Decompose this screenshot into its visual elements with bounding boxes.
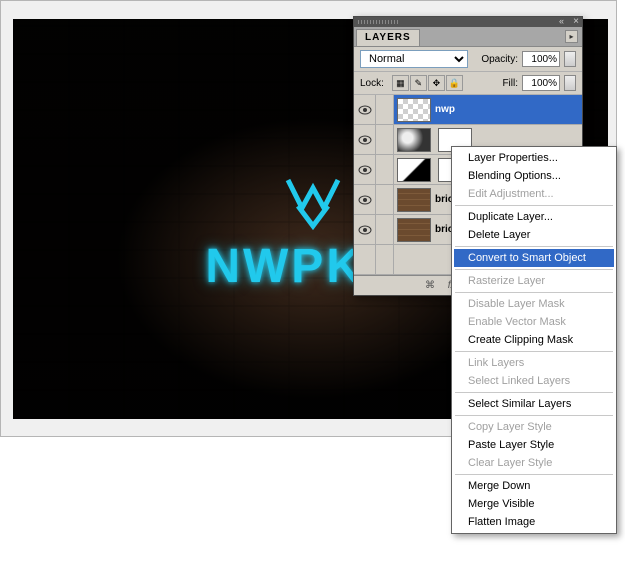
panel-tabbar: LAYERS bbox=[354, 27, 582, 47]
context-menu-item[interactable]: Blending Options... bbox=[454, 167, 614, 185]
opacity-label: Opacity: bbox=[481, 54, 518, 65]
lock-label: Lock: bbox=[360, 78, 384, 89]
context-menu-item[interactable]: Flatten Image bbox=[454, 513, 614, 531]
adjustment-layer-icon[interactable] bbox=[397, 158, 431, 182]
visibility-toggle[interactable] bbox=[354, 125, 376, 154]
visibility-toggle[interactable] bbox=[354, 95, 376, 124]
lock-pixels-icon[interactable]: ✎ bbox=[410, 75, 427, 91]
blend-opacity-row: Normal Opacity: bbox=[354, 47, 582, 72]
context-menu-item[interactable]: Create Clipping Mask bbox=[454, 331, 614, 349]
lock-all-icon[interactable]: 🔒 bbox=[446, 75, 463, 91]
context-menu-item: Clear Layer Style bbox=[454, 454, 614, 472]
fill-label: Fill: bbox=[502, 78, 518, 89]
context-menu-item[interactable]: Layer Properties... bbox=[454, 149, 614, 167]
visibility-toggle[interactable] bbox=[354, 155, 376, 184]
visibility-toggle[interactable] bbox=[354, 185, 376, 214]
context-menu-separator bbox=[455, 474, 613, 475]
link-column[interactable] bbox=[376, 215, 394, 244]
panel-collapse-icon[interactable]: « bbox=[559, 16, 564, 26]
context-menu-item[interactable]: Convert to Smart Object bbox=[454, 249, 614, 267]
tab-layers[interactable]: LAYERS bbox=[356, 29, 420, 46]
panel-titlebar[interactable]: « × bbox=[354, 17, 582, 27]
context-menu-separator bbox=[455, 351, 613, 352]
panel-close-icon[interactable]: × bbox=[573, 16, 579, 27]
layer-name[interactable]: nwp bbox=[435, 104, 455, 115]
blend-mode-select[interactable]: Normal bbox=[360, 50, 468, 68]
context-menu-item[interactable]: Delete Layer bbox=[454, 226, 614, 244]
visibility-toggle[interactable] bbox=[354, 215, 376, 244]
context-menu-item: Enable Vector Mask bbox=[454, 313, 614, 331]
context-menu-item: Select Linked Layers bbox=[454, 372, 614, 390]
link-layers-icon[interactable]: ⌘ bbox=[422, 279, 438, 293]
context-menu-item: Copy Layer Style bbox=[454, 418, 614, 436]
lock-position-icon[interactable]: ✥ bbox=[428, 75, 445, 91]
context-menu-separator bbox=[455, 392, 613, 393]
context-menu-separator bbox=[455, 292, 613, 293]
context-menu-item: Link Layers bbox=[454, 354, 614, 372]
lock-fill-row: Lock: ▦ ✎ ✥ 🔒 Fill: bbox=[354, 72, 582, 95]
opacity-stepper-icon[interactable] bbox=[564, 51, 576, 67]
layer-row[interactable]: nwp bbox=[354, 95, 582, 125]
context-menu-item: Disable Layer Mask bbox=[454, 295, 614, 313]
lock-transparency-icon[interactable]: ▦ bbox=[392, 75, 409, 91]
layer-thumbnail[interactable] bbox=[397, 188, 431, 212]
context-menu-separator bbox=[455, 246, 613, 247]
context-menu-item[interactable]: Duplicate Layer... bbox=[454, 208, 614, 226]
layer-thumbnail[interactable] bbox=[397, 128, 431, 152]
panel-flyout-menu-icon[interactable] bbox=[565, 30, 578, 43]
opacity-input[interactable] bbox=[522, 51, 560, 67]
context-menu-separator bbox=[455, 205, 613, 206]
fill-stepper-icon[interactable] bbox=[564, 75, 576, 91]
context-menu-item[interactable]: Merge Down bbox=[454, 477, 614, 495]
layer-context-menu: Layer Properties...Blending Options...Ed… bbox=[451, 146, 617, 534]
context-menu-item[interactable]: Merge Visible bbox=[454, 495, 614, 513]
link-column[interactable] bbox=[376, 155, 394, 184]
fill-input[interactable] bbox=[522, 75, 560, 91]
link-column[interactable] bbox=[376, 125, 394, 154]
link-column[interactable] bbox=[376, 185, 394, 214]
context-menu-item[interactable]: Paste Layer Style bbox=[454, 436, 614, 454]
layer-thumbnail[interactable] bbox=[397, 218, 431, 242]
neon-logo-icon bbox=[278, 174, 348, 233]
context-menu-item: Edit Adjustment... bbox=[454, 185, 614, 203]
link-column[interactable] bbox=[376, 95, 394, 124]
context-menu-separator bbox=[455, 269, 613, 270]
context-menu-item[interactable]: Select Similar Layers bbox=[454, 395, 614, 413]
layer-thumbnail[interactable] bbox=[397, 98, 431, 122]
context-menu-separator bbox=[455, 415, 613, 416]
context-menu-item: Rasterize Layer bbox=[454, 272, 614, 290]
